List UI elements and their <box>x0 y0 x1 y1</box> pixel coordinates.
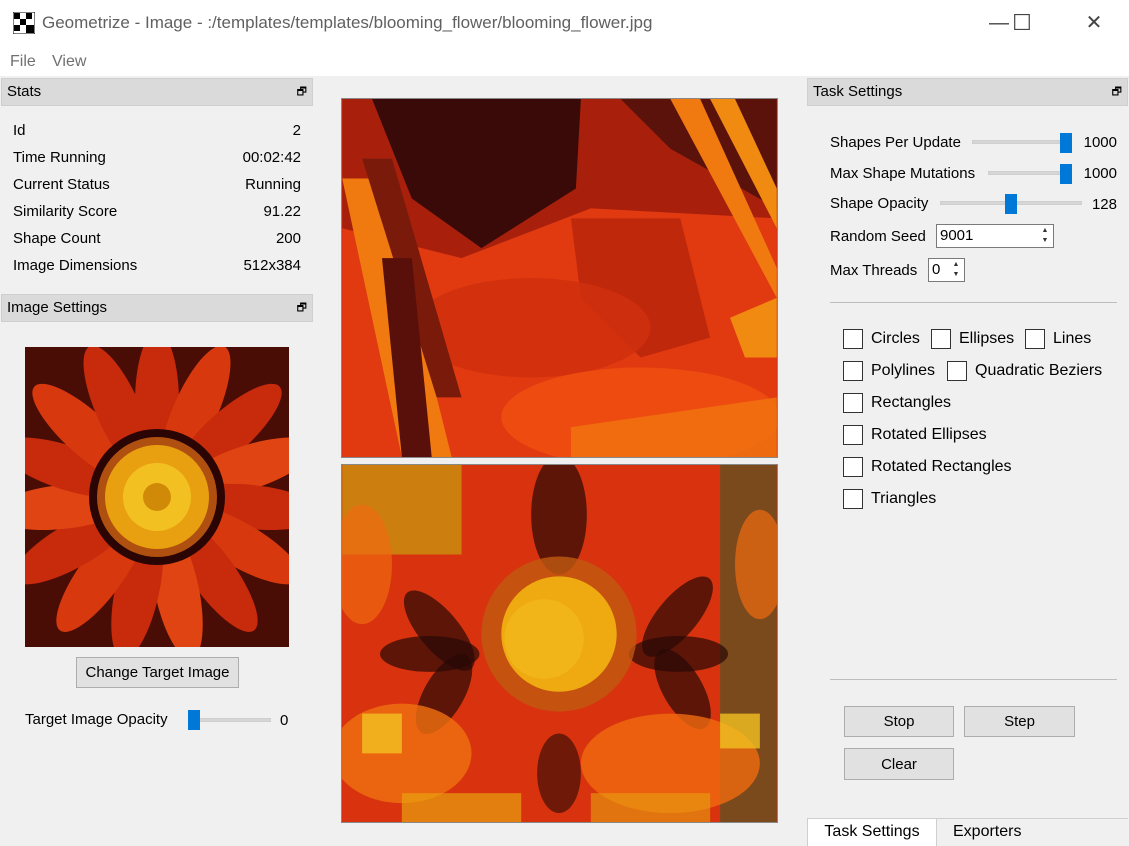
geometrized-image-canvas <box>341 98 778 458</box>
max-shape-mutations-label: Max Shape Mutations <box>830 165 976 182</box>
separator <box>830 679 1117 680</box>
shapes-per-update-value: 1000 <box>1083 134 1117 151</box>
spin-arrows-icon[interactable]: ▲ ▼ <box>949 260 963 280</box>
shape-opacity-value: 128 <box>1091 196 1117 213</box>
stat-label-status: Current Status <box>13 176 110 193</box>
stat-value-status: Running <box>245 176 301 193</box>
circles-checkbox[interactable] <box>843 329 863 349</box>
slider-thumb[interactable] <box>1060 133 1072 153</box>
shapes-per-update-label: Shapes Per Update <box>830 134 961 151</box>
maximize-icon: ☐ <box>1012 10 1032 35</box>
circles-label: Circles <box>871 330 920 347</box>
max-shape-mutations-slider[interactable] <box>988 164 1072 184</box>
max-threads-label: Max Threads <box>830 262 918 279</box>
stats-panel: Id 2 Time Running 00:02:42 Current Statu… <box>0 106 314 292</box>
stat-value-time: 00:02:42 <box>242 149 301 166</box>
menu-view[interactable]: View <box>52 53 86 71</box>
lines-label: Lines <box>1053 330 1092 347</box>
window-title: Geometrize - Image - :/templates/templat… <box>42 13 653 32</box>
quadratic-beziers-checkbox[interactable] <box>947 361 967 381</box>
geometrized-preview-canvas <box>341 464 778 823</box>
close-icon: ✕ <box>1085 12 1103 34</box>
triangles-label: Triangles <box>871 490 937 507</box>
stat-label-dimensions: Image Dimensions <box>13 257 138 274</box>
stat-label-shape-count: Shape Count <box>13 230 101 247</box>
geometrize-app-icon <box>13 12 35 34</box>
random-seed-value: 9001 <box>940 227 974 244</box>
rotated-ellipses-checkbox[interactable] <box>843 425 863 445</box>
polylines-checkbox[interactable] <box>843 361 863 381</box>
slider-track <box>188 718 271 722</box>
rectangles-label: Rectangles <box>871 394 952 411</box>
separator <box>830 302 1117 303</box>
image-settings-dock-title: Image Settings 🗗 <box>1 294 313 322</box>
stat-value-similarity: 91.22 <box>263 203 301 220</box>
clear-button[interactable]: Clear <box>844 748 954 780</box>
dock-float-icon[interactable]: 🗗 <box>297 79 307 105</box>
rotated-rectangles-checkbox[interactable] <box>843 457 863 477</box>
slider-track <box>972 140 1072 144</box>
title-bar: Geometrize - Image - :/templates/templat… <box>0 0 1129 46</box>
polylines-label: Polylines <box>871 362 936 379</box>
image-settings-title: Image Settings <box>7 299 108 316</box>
slider-thumb[interactable] <box>1060 164 1072 184</box>
max-threads-spinbox[interactable]: 0 ▲ ▼ <box>928 258 965 282</box>
stat-value-shape-count: 200 <box>275 230 301 247</box>
stat-label-id: Id <box>13 122 26 139</box>
change-target-image-button[interactable]: Change Target Image <box>76 657 239 688</box>
dock-float-icon[interactable]: 🗗 <box>297 295 307 321</box>
menu-bar: File View <box>0 46 1129 76</box>
tab-exporters[interactable]: Exporters <box>937 818 1128 846</box>
slider-thumb[interactable] <box>1005 194 1017 214</box>
dock-float-icon[interactable]: 🗗 <box>1112 79 1122 105</box>
stat-label-time: Time Running <box>13 149 106 166</box>
task-settings-title: Task Settings <box>813 83 903 100</box>
target-opacity-value: 0 <box>280 712 289 729</box>
target-image-preview <box>25 347 289 647</box>
rotated-ellipses-label: Rotated Ellipses <box>871 426 987 443</box>
stop-button[interactable]: Stop <box>844 706 954 737</box>
rotated-rectangles-label: Rotated Rectangles <box>871 458 1012 475</box>
target-opacity-label: Target Image Opacity <box>25 711 168 728</box>
triangles-checkbox[interactable] <box>843 489 863 509</box>
target-opacity-slider[interactable] <box>188 710 271 732</box>
menu-file[interactable]: File <box>10 53 36 71</box>
close-button[interactable]: ✕ <box>1071 0 1117 46</box>
max-threads-value: 0 <box>932 261 941 278</box>
shapes-per-update-slider[interactable] <box>972 133 1072 153</box>
random-seed-spinbox[interactable]: 9001 ▲ ▼ <box>936 224 1054 248</box>
tab-task-settings[interactable]: Task Settings <box>807 818 937 846</box>
task-settings-dock-title: Task Settings 🗗 <box>807 78 1128 106</box>
rectangles-checkbox[interactable] <box>843 393 863 413</box>
lines-checkbox[interactable] <box>1025 329 1045 349</box>
random-seed-label: Random Seed <box>830 228 926 245</box>
stat-value-dimensions: 512x384 <box>243 257 301 274</box>
shape-opacity-slider[interactable] <box>940 194 1082 214</box>
slider-thumb[interactable] <box>188 710 200 730</box>
spin-arrows-icon[interactable]: ▲ ▼ <box>1038 226 1052 246</box>
max-shape-mutations-value: 1000 <box>1083 165 1117 182</box>
maximize-button[interactable]: ☐ <box>999 0 1045 46</box>
stat-value-id: 2 <box>292 122 301 139</box>
stat-label-similarity: Similarity Score <box>13 203 118 220</box>
quadratic-beziers-label: Quadratic Beziers <box>975 362 1103 379</box>
ellipses-checkbox[interactable] <box>931 329 951 349</box>
stats-dock-title: Stats 🗗 <box>1 78 313 106</box>
step-button[interactable]: Step <box>964 706 1075 737</box>
ellipses-label: Ellipses <box>959 330 1015 347</box>
stats-title: Stats <box>7 83 42 100</box>
shape-opacity-label: Shape Opacity <box>830 195 929 212</box>
